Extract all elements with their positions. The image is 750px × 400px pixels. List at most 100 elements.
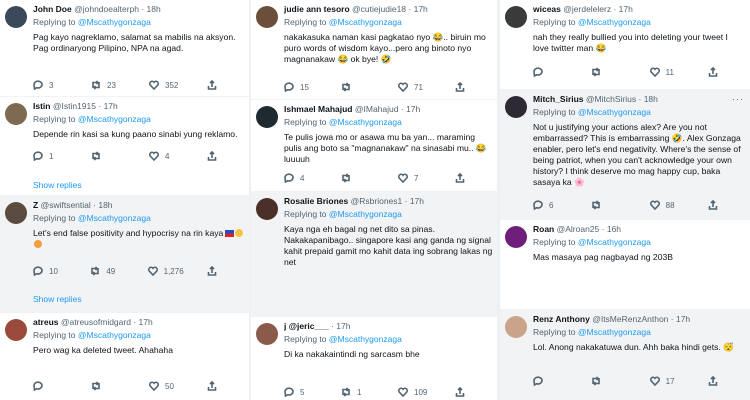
reply-button[interactable]: 10 — [33, 266, 67, 276]
mention-link[interactable]: @Mscathygonzaga — [578, 17, 651, 27]
reply-button[interactable] — [533, 67, 567, 77]
author-name[interactable]: Rosalie Briones — [284, 196, 348, 206]
avatar[interactable] — [256, 323, 278, 345]
timestamp[interactable]: · 18h — [639, 94, 658, 104]
author-handle[interactable]: @MitchSirius — [586, 94, 636, 104]
tweet[interactable]: j @jeric___ · 17h Replying to @Mscathygo… — [251, 317, 497, 400]
like-button[interactable]: 109 — [398, 387, 432, 397]
mention-link[interactable]: @Mscathygonzaga — [78, 213, 151, 223]
author-handle[interactable]: @atreusofmidgard — [61, 317, 131, 327]
timestamp[interactable]: · 17h — [408, 4, 427, 14]
mention-link[interactable]: @Mscathygonzaga — [329, 334, 402, 344]
retweet-button[interactable] — [591, 376, 625, 386]
mention-link[interactable]: @Mscathygonzaga — [329, 117, 402, 127]
like-button[interactable]: 88 — [649, 200, 684, 210]
reply-button[interactable]: 3 — [33, 80, 67, 90]
author-handle[interactable]: @Rsbriones1 — [351, 196, 403, 206]
timestamp[interactable]: · 17h — [331, 321, 350, 331]
author-name[interactable]: Renz Anthony — [533, 314, 590, 324]
show-replies-link[interactable]: Show replies — [33, 180, 82, 190]
author-handle[interactable]: @swiftsential — [41, 200, 91, 210]
avatar[interactable] — [5, 202, 27, 224]
avatar[interactable] — [256, 106, 278, 128]
avatar[interactable] — [505, 316, 527, 338]
author-name[interactable]: atreus — [33, 317, 59, 327]
share-button[interactable] — [455, 173, 489, 183]
retweet-button[interactable] — [91, 381, 125, 391]
tweet[interactable]: John Doe @johndoealterph · 18h Replying … — [0, 0, 249, 97]
author-name[interactable]: Mitch_Sirius — [533, 94, 584, 104]
like-button[interactable]: 1,276 — [147, 266, 184, 276]
avatar[interactable] — [505, 226, 527, 248]
mention-link[interactable]: @Mscathygonzaga — [578, 327, 651, 337]
like-button[interactable]: 7 — [398, 173, 432, 183]
tweet[interactable]: Renz Anthony @ItsMeRenzAnthon · 17h Repl… — [500, 310, 750, 400]
timestamp[interactable]: · 17h — [133, 317, 152, 327]
author-handle[interactable]: @johndoealterph — [74, 4, 139, 14]
reply-button[interactable] — [533, 376, 567, 386]
tweet[interactable]: Roan @Alroan25 · 16h Replying to @Mscath… — [500, 220, 750, 310]
reply-button[interactable]: 15 — [284, 82, 318, 92]
timestamp[interactable]: · 17h — [613, 4, 632, 14]
author-name[interactable]: Ishmael Mahajud — [284, 104, 353, 114]
retweet-button[interactable] — [591, 200, 625, 210]
author-name[interactable]: Istin — [33, 101, 50, 111]
author-name[interactable]: judie ann tesoro — [284, 4, 350, 14]
author-handle[interactable]: @cutiejudie18 — [352, 4, 406, 14]
avatar[interactable] — [5, 103, 27, 125]
mention-link[interactable]: @Mscathygonzaga — [329, 17, 402, 27]
author-handle[interactable]: @jerdelelerz — [563, 4, 611, 14]
mention-link[interactable]: @Mscathygonzaga — [329, 209, 402, 219]
retweet-button[interactable] — [341, 173, 375, 183]
retweet-button[interactable] — [341, 82, 375, 92]
reply-button[interactable]: 6 — [533, 200, 567, 210]
timestamp[interactable]: · 17h — [401, 104, 420, 114]
avatar[interactable] — [5, 6, 27, 28]
more-options-icon[interactable]: ··· — [732, 94, 744, 104]
tweet[interactable]: Ishmael Mahajud @IMahajud · 17h Replying… — [251, 100, 497, 192]
like-button[interactable]: 71 — [398, 82, 432, 92]
author-handle[interactable]: @ItsMeRenzAnthon — [592, 314, 668, 324]
reply-button[interactable] — [33, 381, 67, 391]
share-button[interactable] — [455, 387, 489, 397]
avatar[interactable] — [505, 96, 527, 118]
mention-link[interactable]: @Mscathygonzaga — [78, 330, 151, 340]
share-button[interactable] — [708, 67, 742, 77]
retweet-button[interactable]: 23 — [91, 80, 125, 90]
share-button[interactable] — [207, 266, 241, 276]
like-button[interactable]: 11 — [649, 67, 684, 77]
like-button[interactable]: 50 — [149, 381, 183, 391]
mention-link[interactable]: @Mscathygonzaga — [578, 107, 651, 117]
author-handle[interactable]: @IMahajud — [355, 104, 399, 114]
retweet-button[interactable]: 49 — [90, 266, 124, 276]
retweet-button[interactable]: 1 — [341, 387, 375, 397]
timestamp[interactable]: · 18h — [93, 200, 112, 210]
tweet[interactable]: atreus @atreusofmidgard · 17h Replying t… — [0, 313, 249, 400]
timestamp[interactable]: · 17h — [671, 314, 690, 324]
mention-link[interactable]: @Mscathygonzaga — [78, 114, 151, 124]
avatar[interactable] — [5, 319, 27, 341]
author-name[interactable]: j @jeric___ — [284, 321, 329, 331]
share-button[interactable] — [207, 80, 241, 90]
author-name[interactable]: John Doe — [33, 4, 72, 14]
tweet[interactable]: Istin @Istin1915 · 17h Replying to @Msca… — [0, 97, 249, 196]
author-name[interactable]: wiceas — [533, 4, 561, 14]
tweet[interactable]: Mitch_Sirius @MitchSirius · 18h Replying… — [500, 90, 750, 220]
retweet-button[interactable] — [91, 151, 125, 161]
mention-link[interactable]: @Mscathygonzaga — [78, 17, 151, 27]
avatar[interactable] — [505, 6, 527, 28]
author-handle[interactable]: @Istin1915 — [53, 101, 96, 111]
tweet[interactable]: Z @swiftsential · 18h Replying to @Mscat… — [0, 196, 249, 313]
like-button[interactable]: 17 — [649, 376, 684, 386]
reply-button[interactable]: 1 — [33, 151, 67, 161]
retweet-button[interactable] — [591, 67, 625, 77]
tweet[interactable]: judie ann tesoro @cutiejudie18 · 17h Rep… — [251, 0, 497, 100]
share-button[interactable] — [207, 381, 241, 391]
mention-link[interactable]: @Mscathygonzaga — [578, 237, 651, 247]
author-handle[interactable]: @Alroan25 — [557, 224, 600, 234]
tweet[interactable]: wiceas @jerdelelerz · 17h Replying to @M… — [500, 0, 750, 90]
share-button[interactable] — [455, 82, 489, 92]
timestamp[interactable]: · 18h — [141, 4, 160, 14]
timestamp[interactable]: · 16h — [602, 224, 621, 234]
share-button[interactable] — [708, 376, 742, 386]
